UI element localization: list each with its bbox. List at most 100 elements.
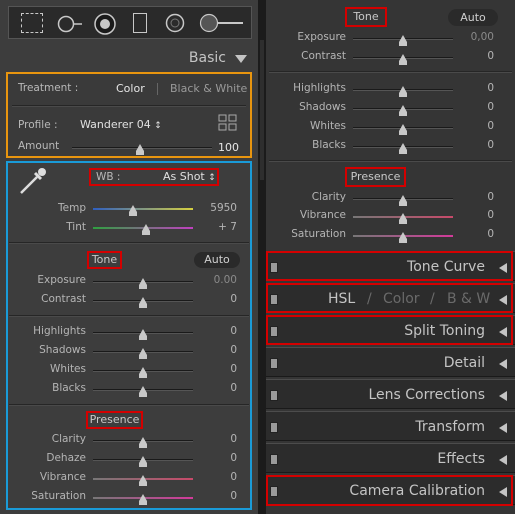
temp-slider-thumb[interactable] xyxy=(129,205,137,216)
updown-arrows-icon: ↕ xyxy=(208,173,216,183)
vibrance-value[interactable]: 0 xyxy=(460,209,494,221)
tone-auto-button[interactable]: Auto xyxy=(448,9,498,26)
whites-label: Whites xyxy=(49,363,86,375)
blacks-value[interactable]: 0 xyxy=(460,139,494,151)
saturation-slider-thumb[interactable] xyxy=(399,232,407,243)
divider xyxy=(9,404,249,406)
vibrance-value[interactable]: 0 xyxy=(203,471,237,483)
contrast-slider-thumb[interactable] xyxy=(399,54,407,65)
temp-value[interactable]: 5950 xyxy=(203,202,237,214)
scrollbar-thumb[interactable] xyxy=(260,40,264,180)
white-balance-eyedropper-icon[interactable] xyxy=(18,166,48,196)
crop-overlay-icon[interactable] xyxy=(21,13,43,33)
panel-switch-icon[interactable] xyxy=(270,358,278,369)
panel-switch-icon[interactable] xyxy=(270,390,278,401)
whites-slider-thumb[interactable] xyxy=(139,367,147,378)
saturation-slider-thumb[interactable] xyxy=(139,494,147,505)
expand-triangle-icon[interactable] xyxy=(499,423,507,433)
exposure-slider-thumb[interactable] xyxy=(399,35,407,46)
dehaze-value[interactable]: 0 xyxy=(203,452,237,464)
transform-title: Transform xyxy=(415,419,485,435)
exposure-label: Exposure xyxy=(37,274,86,286)
saturation-label: Saturation xyxy=(31,490,86,502)
shadows-slider-thumb[interactable] xyxy=(139,348,147,359)
profile-browser-grid-icon[interactable] xyxy=(218,114,238,132)
transform-panel-header[interactable]: Transform xyxy=(266,411,515,441)
profile-label: Profile : xyxy=(18,119,58,131)
panel-scrollbar[interactable] xyxy=(258,0,266,514)
treatment-color-option[interactable]: Color xyxy=(116,82,145,95)
clarity-value[interactable]: 0 xyxy=(203,433,237,445)
blacks-slider-thumb[interactable] xyxy=(139,386,147,397)
shadows-value[interactable]: 0 xyxy=(203,344,237,356)
profile-select[interactable]: Wanderer 04 ↕ xyxy=(80,118,162,131)
amount-slider-thumb[interactable] xyxy=(136,144,144,155)
expand-triangle-icon[interactable] xyxy=(499,455,507,465)
profile-select-value: Wanderer 04 xyxy=(80,118,151,131)
lens-corrections-panel-header[interactable]: Lens Corrections xyxy=(266,379,515,409)
presence-title: Presence xyxy=(89,413,140,426)
contrast-slider-thumb[interactable] xyxy=(139,297,147,308)
hsl-highlight-box xyxy=(266,283,513,313)
whites-slider-thumb[interactable] xyxy=(399,124,407,135)
collapse-triangle-icon[interactable] xyxy=(235,55,247,63)
basic-panel-header[interactable]: Basic xyxy=(0,45,258,71)
dehaze-label: Dehaze xyxy=(46,452,86,464)
tint-value[interactable]: + 7 xyxy=(203,221,237,233)
clarity-value[interactable]: 0 xyxy=(460,191,494,203)
highlights-slider-thumb[interactable] xyxy=(139,329,147,340)
vibrance-slider-thumb[interactable] xyxy=(399,213,407,224)
vibrance-label: Vibrance xyxy=(39,471,86,483)
red-eye-icon[interactable] xyxy=(93,12,117,36)
whites-value[interactable]: 0 xyxy=(460,120,494,132)
saturation-value[interactable]: 0 xyxy=(203,490,237,502)
panel-switch-icon[interactable] xyxy=(270,454,278,465)
tool-strip xyxy=(8,6,252,39)
exposure-slider-thumb[interactable] xyxy=(139,278,147,289)
treatment-bw-option[interactable]: Black & White xyxy=(170,82,247,95)
treatment-label: Treatment : xyxy=(18,82,79,94)
shadows-slider-thumb[interactable] xyxy=(399,105,407,116)
saturation-value[interactable]: 0 xyxy=(460,228,494,240)
dehaze-slider-thumb[interactable] xyxy=(139,456,147,467)
exposure-value[interactable]: 0.00 xyxy=(203,274,237,286)
whites-value[interactable]: 0 xyxy=(203,363,237,375)
blacks-value[interactable]: 0 xyxy=(203,382,237,394)
presence-title: Presence xyxy=(350,170,401,183)
whites-label: Whites xyxy=(309,120,346,132)
detail-panel-header[interactable]: Detail xyxy=(266,347,515,377)
tint-label: Tint xyxy=(66,221,86,233)
contrast-value[interactable]: 0 xyxy=(203,293,237,305)
expand-triangle-icon[interactable] xyxy=(499,359,507,369)
highlights-slider-thumb[interactable] xyxy=(399,86,407,97)
saturation-label: Saturation xyxy=(291,228,346,240)
highlights-value[interactable]: 0 xyxy=(460,82,494,94)
radial-filter-icon[interactable] xyxy=(165,13,185,33)
tone-curve-highlight-box xyxy=(266,251,513,281)
expand-triangle-icon[interactable] xyxy=(499,391,507,401)
tint-slider-thumb[interactable] xyxy=(142,224,150,235)
tone-auto-button[interactable]: Auto xyxy=(194,252,240,268)
effects-panel-header[interactable]: Effects xyxy=(266,443,515,473)
exposure-value[interactable]: 0,00 xyxy=(460,31,494,43)
clarity-label: Clarity xyxy=(51,433,86,445)
shadows-value[interactable]: 0 xyxy=(460,101,494,113)
graduated-filter-icon[interactable] xyxy=(133,13,147,33)
temp-label: Temp xyxy=(58,202,86,214)
clarity-slider-thumb[interactable] xyxy=(139,437,147,448)
vibrance-slider-thumb[interactable] xyxy=(139,475,147,486)
treatment-divider xyxy=(157,83,158,95)
highlights-value[interactable]: 0 xyxy=(203,325,237,337)
amount-value[interactable]: 100 xyxy=(218,141,239,154)
tone-title: Tone xyxy=(353,10,379,23)
contrast-value[interactable]: 0 xyxy=(460,50,494,62)
spot-removal-icon[interactable] xyxy=(57,15,82,33)
wb-select[interactable]: As Shot ↕ xyxy=(163,170,216,183)
temp-slider-track[interactable] xyxy=(93,208,193,210)
blacks-slider-thumb[interactable] xyxy=(399,143,407,154)
adjustment-brush-icon[interactable] xyxy=(199,13,245,33)
detail-title: Detail xyxy=(443,355,485,371)
panel-switch-icon[interactable] xyxy=(270,422,278,433)
clarity-slider-thumb[interactable] xyxy=(399,195,407,206)
contrast-label: Contrast xyxy=(41,293,86,305)
